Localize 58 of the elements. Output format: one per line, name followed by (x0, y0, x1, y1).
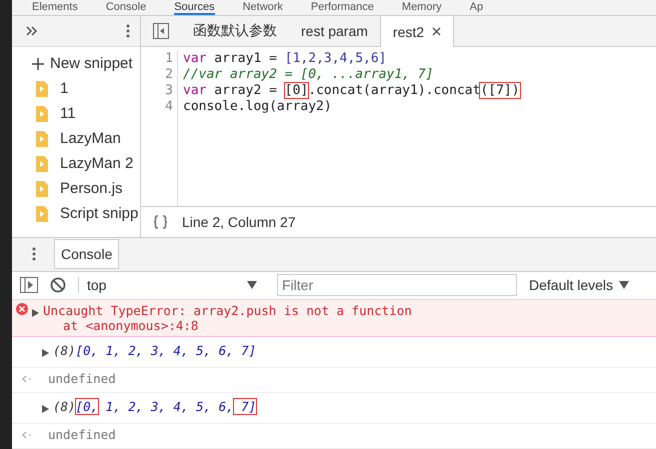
snippet-item[interactable]: Person.js (12, 176, 140, 202)
snippet-file-icon (36, 206, 48, 222)
more-icon[interactable] (32, 247, 36, 262)
result-arrow-icon (22, 431, 32, 439)
expand-arrow-icon[interactable] (32, 307, 39, 317)
more-icon[interactable] (126, 24, 130, 38)
snippet-file-icon (36, 180, 48, 197)
filter-field[interactable]: Filter (277, 274, 517, 296)
line-number: 4 (164, 99, 173, 116)
error-message: at <anonymous>:4:8 (62, 318, 200, 333)
panel-tab[interactable]: Console (106, 0, 146, 16)
error-message: Uncaught TypeError: array2.push is not a function (43, 303, 412, 318)
line-number: 1 (164, 51, 173, 68)
snippet-item[interactable]: Script snipp (12, 201, 140, 226)
file-tab[interactable]: rest param (289, 16, 380, 46)
levels-dropdown[interactable]: Default levels (529, 277, 630, 294)
sidebar-toggle-icon[interactable] (153, 23, 169, 40)
context-dropdown[interactable]: top (78, 277, 265, 294)
snippet-file-icon (36, 106, 48, 122)
console-tab[interactable]: Console (54, 239, 120, 270)
chevron-double-icon[interactable] (26, 26, 38, 36)
panel-tab[interactable]: Ap (470, 0, 484, 16)
code-line: //var array2 = [0, ...array1, 7] (183, 67, 434, 84)
array-output[interactable]: (8)[0, 1, 2, 3, 4, 5, 6, 7] (53, 399, 256, 414)
result-value: undefined (48, 427, 116, 442)
array-output[interactable]: (8)[0, 1, 2, 3, 4, 5, 6, 7] (53, 343, 256, 358)
curly-braces-icon[interactable] (153, 215, 168, 230)
snippet-file-icon (36, 156, 48, 172)
line-number: 2 (164, 67, 173, 84)
result-value: undefined (48, 371, 116, 386)
snippet-item[interactable]: 11 (12, 101, 140, 126)
new-snippet-link[interactable]: New snippet (12, 47, 140, 76)
snippet-item[interactable]: LazyMan (12, 126, 140, 152)
sidebar-toggle-icon[interactable] (20, 277, 38, 294)
clear-icon[interactable] (50, 277, 66, 294)
close-icon[interactable] (432, 27, 442, 36)
dropdown-caret-icon (619, 281, 630, 290)
result-arrow-icon (22, 375, 32, 383)
error-icon (16, 303, 28, 315)
panel-tab[interactable]: Network (242, 0, 283, 16)
cursor-position: Line 2, Column 27 (182, 214, 296, 230)
file-tab[interactable]: 函数默认参数 (181, 16, 289, 46)
panel-tab[interactable]: Memory (402, 0, 442, 16)
dropdown-caret-icon (247, 281, 257, 290)
code-line: console.log(array2) (183, 99, 333, 116)
snippet-file-icon (36, 130, 48, 147)
panel-tab[interactable]: Elements (32, 0, 78, 16)
code-line: var array2 = [0].concat(array1).concat([7]) (183, 83, 520, 100)
file-tab[interactable]: rest2 (380, 16, 454, 48)
expand-arrow-icon[interactable] (42, 347, 49, 357)
code-line: var array1 = [1,2,3,4,5,6] (183, 51, 388, 68)
snippet-file-icon (36, 80, 48, 97)
panel-tab[interactable]: Performance (310, 0, 374, 16)
snippet-item[interactable]: 1 (12, 76, 140, 102)
snippet-item[interactable]: LazyMan 2 (12, 151, 140, 176)
expand-arrow-icon[interactable] (42, 403, 49, 413)
line-number: 3 (164, 83, 173, 100)
plus-icon (32, 58, 44, 70)
